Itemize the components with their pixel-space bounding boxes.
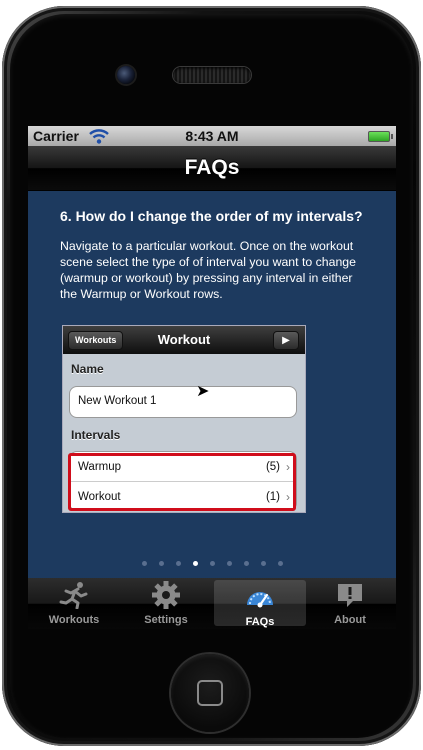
- battery-icon: [368, 131, 393, 142]
- faq-page[interactable]: 6. How do I change the order of my inter…: [28, 191, 396, 578]
- status-time: 8:43 AM: [185, 128, 239, 144]
- speedometer-icon: [247, 592, 273, 608]
- tab-bar: Workouts Settings FAQs About: [28, 578, 396, 629]
- navigation-bar: FAQs: [28, 146, 396, 191]
- example-screenshot: Workouts Workout ▶ Name New Workout 1 ➤ …: [62, 325, 306, 513]
- mouse-pointer-icon: ➤: [196, 383, 210, 400]
- page-title: FAQs: [184, 156, 240, 179]
- front-camera: [117, 66, 135, 84]
- page-dot[interactable]: [192, 561, 198, 566]
- gear-icon: [152, 581, 180, 609]
- faq-answer: Navigate to a particular workout. Once o…: [60, 239, 356, 301]
- screen: Carrier 8:43 AM FAQs 6. How do I change …: [28, 126, 396, 629]
- tab-settings[interactable]: Settings: [120, 578, 212, 627]
- tab-label: Workouts: [48, 614, 100, 626]
- page-dot[interactable]: [141, 561, 147, 566]
- example-name-value: New Workout 1: [78, 395, 157, 407]
- highlight-box: [68, 453, 296, 511]
- tab-about[interactable]: About: [304, 578, 396, 627]
- page-dot[interactable]: [243, 561, 249, 566]
- example-intervals-header: Intervals: [71, 428, 121, 442]
- home-button-icon: [197, 680, 223, 706]
- runner-icon: [59, 582, 88, 609]
- speech-bubble-exclamation-icon: [338, 584, 362, 607]
- tab-label: FAQs: [245, 616, 275, 628]
- faq-question: 6. How do I change the order of my inter…: [60, 208, 363, 224]
- page-dot[interactable]: [226, 561, 232, 566]
- tab-label: Settings: [144, 614, 188, 626]
- home-button[interactable]: [171, 654, 249, 732]
- page-control[interactable]: [28, 553, 396, 571]
- example-title: Workout: [157, 332, 211, 347]
- page-dot[interactable]: [209, 561, 215, 566]
- tab-label: About: [334, 614, 366, 626]
- example-name-header: Name: [71, 362, 104, 376]
- page-dot[interactable]: [158, 561, 164, 566]
- page-dot[interactable]: [277, 561, 283, 566]
- example-nav-bar: Workouts Workout ▶: [63, 326, 305, 354]
- page-dot[interactable]: [260, 561, 266, 566]
- example-name-field: New Workout 1: [69, 386, 297, 418]
- tab-faqs[interactable]: FAQs: [214, 580, 306, 628]
- earpiece-speaker: [173, 67, 251, 83]
- tab-workouts[interactable]: Workouts: [28, 578, 120, 627]
- status-bar: Carrier 8:43 AM: [28, 126, 396, 146]
- page-dot[interactable]: [175, 561, 181, 566]
- play-icon: ▶: [273, 331, 299, 350]
